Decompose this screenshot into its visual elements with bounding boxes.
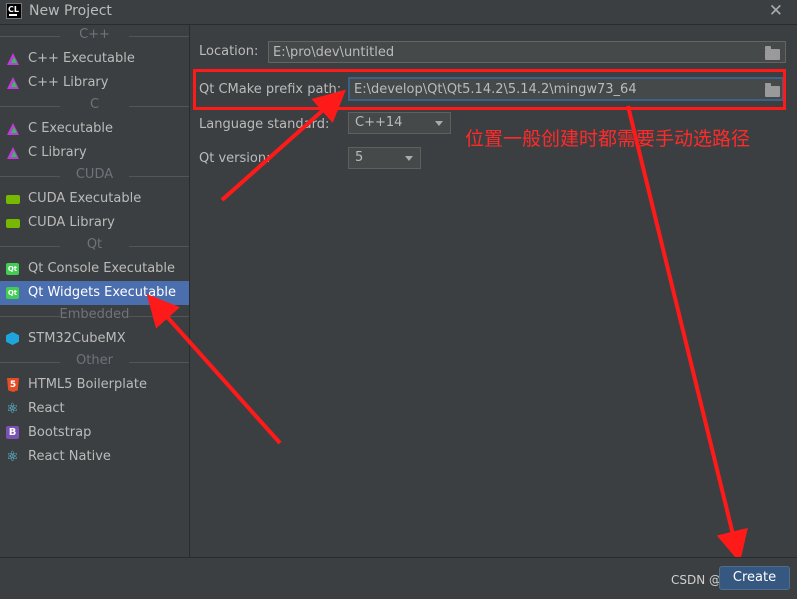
sidebar-item-label: Qt Widgets Executable	[28, 285, 176, 300]
sidebar-item-label: STM32CubeMX	[28, 331, 126, 346]
qt-version-select[interactable]: 5	[348, 147, 421, 169]
sidebar-item-label: C++ Executable	[28, 51, 135, 66]
app-icon-label: CL	[8, 5, 19, 14]
qt-icon: Qt	[6, 263, 19, 275]
sidebar-item-c-executable[interactable]: C Executable	[0, 117, 189, 141]
sidebar-item-bootstrap[interactable]: B Bootstrap	[0, 421, 189, 445]
sidebar-item-html5-boilerplate[interactable]: 5 HTML5 Boilerplate	[0, 373, 189, 397]
sidebar-item-qt-widgets-executable[interactable]: Qt Qt Widgets Executable	[0, 281, 189, 305]
sidebar-item-c-library[interactable]: C Library	[0, 141, 189, 165]
sidebar-item-cuda-library[interactable]: CUDA Library	[0, 211, 189, 235]
annotation-text: 位置一般创建时都需要手动选路径	[465, 128, 751, 150]
qt-icon: Qt	[6, 287, 19, 299]
sidebar-item-qt-console-executable[interactable]: Qt Qt Console Executable	[0, 257, 189, 281]
cmake-icon	[7, 77, 19, 89]
group-header-cpp: C++	[0, 25, 189, 47]
sidebar-item-cpp-library[interactable]: C++ Library	[0, 71, 189, 95]
sidebar-item-label: React	[28, 401, 65, 416]
close-button[interactable]: ✕	[769, 1, 783, 21]
chevron-down-icon	[435, 121, 443, 126]
bootstrap-icon: B	[6, 426, 19, 439]
clion-app-icon: CL	[6, 3, 22, 19]
cmake-icon	[7, 147, 19, 159]
location-field[interactable]	[268, 41, 786, 63]
create-button[interactable]: Create	[719, 566, 790, 590]
sidebar-item-label: Qt Console Executable	[28, 261, 176, 276]
sidebar-item-label: HTML5 Boilerplate	[28, 377, 147, 392]
sidebar-item-label: React Native	[28, 449, 111, 464]
sidebar-item-label: C Executable	[28, 121, 114, 136]
react-icon: ⚛	[6, 401, 19, 417]
language-standard-label: Language standard:	[199, 117, 330, 132]
stm32-cube-icon	[6, 332, 19, 345]
sidebar-item-label: CUDA Executable	[28, 191, 142, 206]
chevron-down-icon	[405, 156, 413, 161]
sidebar-item-stm32cubemx[interactable]: STM32CubeMX	[0, 327, 189, 351]
group-header-embedded: Embedded	[0, 305, 189, 327]
cmake-icon	[7, 53, 19, 65]
sidebar-item-label: C Library	[28, 145, 87, 160]
language-standard-select[interactable]: C++14	[348, 112, 451, 134]
window-title: New Project	[29, 3, 112, 19]
sidebar-item-label: Bootstrap	[28, 425, 92, 440]
project-type-sidebar: C++ C++ Executable C++ Library C C Execu…	[0, 25, 190, 557]
nvidia-icon	[6, 195, 20, 204]
group-header-cuda: CUDA	[0, 165, 189, 187]
group-header-c: C	[0, 95, 189, 117]
sidebar-item-label: CUDA Library	[28, 215, 115, 230]
sidebar-item-react[interactable]: ⚛ React	[0, 397, 189, 421]
browse-location-folder-icon[interactable]	[765, 46, 780, 60]
sidebar-item-cuda-executable[interactable]: CUDA Executable	[0, 187, 189, 211]
qt-version-value: 5	[355, 150, 364, 165]
cmake-icon	[7, 123, 19, 135]
title-bar: CL New Project ✕	[0, 0, 797, 25]
qt-version-label: Qt version:	[199, 151, 271, 166]
group-header-other: Other	[0, 351, 189, 373]
annotation-highlight-box	[193, 69, 786, 110]
language-standard-value: C++14	[355, 115, 403, 130]
nvidia-icon	[6, 219, 20, 228]
react-icon: ⚛	[6, 449, 19, 465]
sidebar-item-label: C++ Library	[28, 75, 109, 90]
sidebar-item-react-native[interactable]: ⚛ React Native	[0, 445, 189, 469]
location-label: Location:	[199, 44, 259, 59]
group-header-qt: Qt	[0, 235, 189, 257]
sidebar-item-cpp-executable[interactable]: C++ Executable	[0, 47, 189, 71]
html5-icon: 5	[7, 378, 19, 392]
